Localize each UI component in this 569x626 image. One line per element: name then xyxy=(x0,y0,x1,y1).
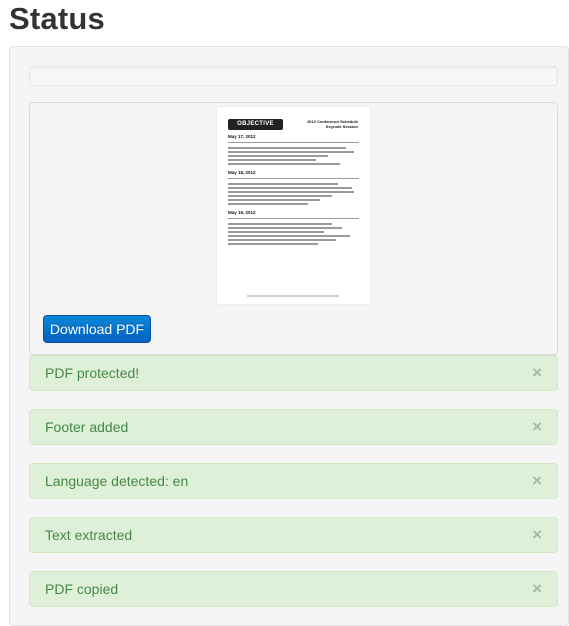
thumbnail-header: 2012 Conference Schedule Keynote Session xyxy=(307,119,358,129)
thumbnail-section-title: May 18, 2012 xyxy=(228,170,256,175)
thumbnail-line xyxy=(228,203,308,205)
thumbnail-line xyxy=(228,183,338,185)
alert-text-extracted: Text extracted × xyxy=(29,517,558,553)
thumbnail-rule xyxy=(228,178,359,179)
thumbnail-rule xyxy=(228,218,359,219)
thumbnail-line xyxy=(228,195,332,197)
thumbnail-line xyxy=(228,231,324,233)
thumbnail-section-title: May 19, 2012 xyxy=(228,210,256,215)
thumbnail-logo: OBJECTIVE xyxy=(228,119,283,130)
thumbnail-line xyxy=(228,199,320,201)
thumbnail-line xyxy=(228,163,340,165)
close-icon[interactable]: × xyxy=(532,572,542,606)
thumbnail-line xyxy=(228,187,352,189)
alert-footer-added: Footer added × xyxy=(29,409,558,445)
alert-message: Footer added xyxy=(45,419,129,435)
thumbnail-line xyxy=(228,235,350,237)
alert-message: Text extracted xyxy=(45,527,133,543)
page-title: Status xyxy=(9,1,105,36)
thumbnail-line xyxy=(228,151,354,153)
download-pdf-button[interactable]: Download PDF xyxy=(43,315,151,343)
pdf-thumbnail[interactable]: OBJECTIVE 2012 Conference Schedule Keyno… xyxy=(217,107,370,304)
alert-pdf-protected: PDF protected! × xyxy=(29,355,558,391)
thumbnail-line xyxy=(228,155,328,157)
thumbnail-line xyxy=(228,239,336,241)
alert-pdf-copied: PDF copied × xyxy=(29,571,558,607)
alert-language-detected: Language detected: en × xyxy=(29,463,558,499)
alert-message: Language detected: en xyxy=(45,473,189,489)
thumbnail-line xyxy=(228,147,346,149)
thumbnail-rule xyxy=(228,142,359,143)
progress-bar xyxy=(29,66,558,86)
thumbnail-section-title: May 17, 2012 xyxy=(228,134,256,139)
thumbnail-footer xyxy=(247,295,339,297)
alert-message: PDF protected! xyxy=(45,365,140,381)
thumbnail-line xyxy=(228,223,332,225)
alert-message: PDF copied xyxy=(45,581,119,597)
thumbnail-line xyxy=(228,159,316,161)
close-icon[interactable]: × xyxy=(532,410,542,444)
thumbnail-line xyxy=(228,243,318,245)
close-icon[interactable]: × xyxy=(532,518,542,552)
thumbnail-line xyxy=(228,191,354,193)
close-icon[interactable]: × xyxy=(532,356,542,390)
close-icon[interactable]: × xyxy=(532,464,542,498)
thumbnail-line xyxy=(228,227,342,229)
